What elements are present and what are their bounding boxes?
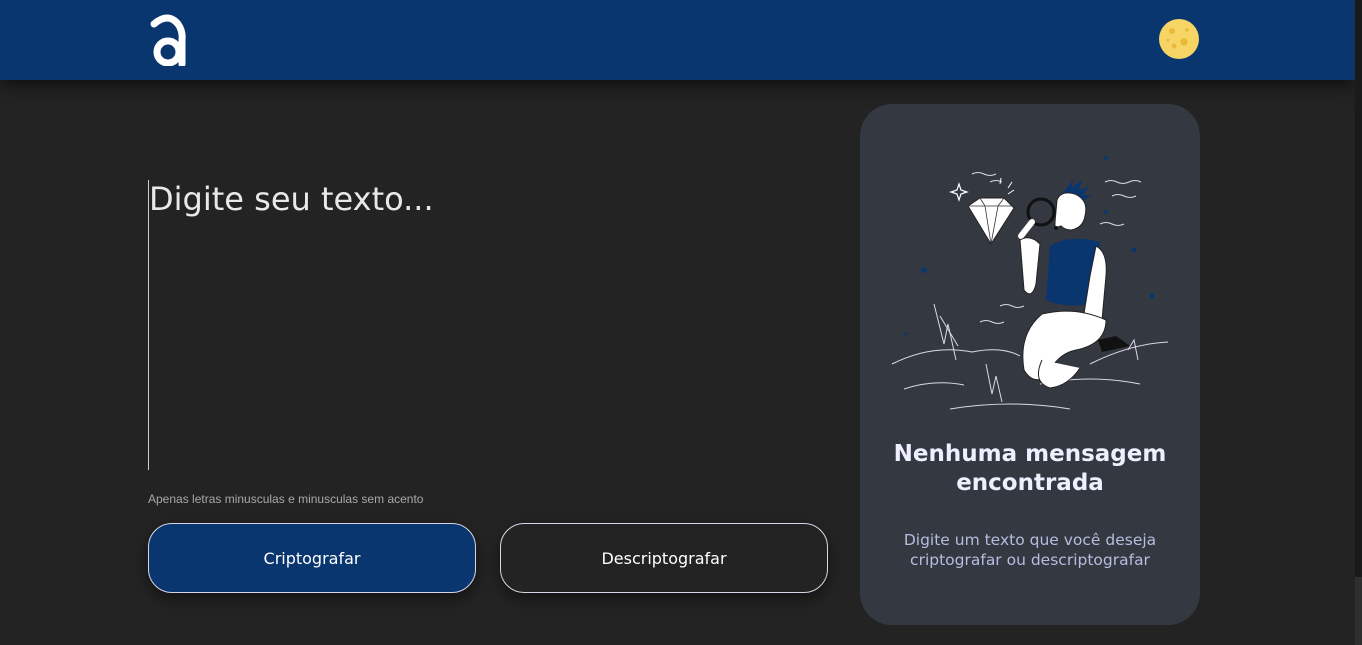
- encrypt-button[interactable]: Criptografar: [148, 523, 476, 593]
- moon-icon[interactable]: [1158, 18, 1200, 60]
- scrollbar-track[interactable]: [1355, 577, 1362, 645]
- output-panel: Nenhuma mensagem encontrada Digite um te…: [860, 104, 1200, 625]
- panel-subtitle: Digite um texto que você deseja criptogr…: [903, 531, 1157, 569]
- decrypt-button[interactable]: Descriptografar: [500, 523, 828, 593]
- top-header: [0, 0, 1355, 80]
- input-hint: Apenas letras minusculas e minusculas se…: [148, 492, 424, 506]
- message-input[interactable]: [148, 180, 828, 470]
- panel-title: Nenhuma mensagem encontrada: [893, 441, 1167, 496]
- person-magnifier-diamond-illustration: [891, 156, 1169, 410]
- alura-logo-icon[interactable]: [148, 14, 188, 66]
- scrollbar[interactable]: [1355, 0, 1362, 577]
